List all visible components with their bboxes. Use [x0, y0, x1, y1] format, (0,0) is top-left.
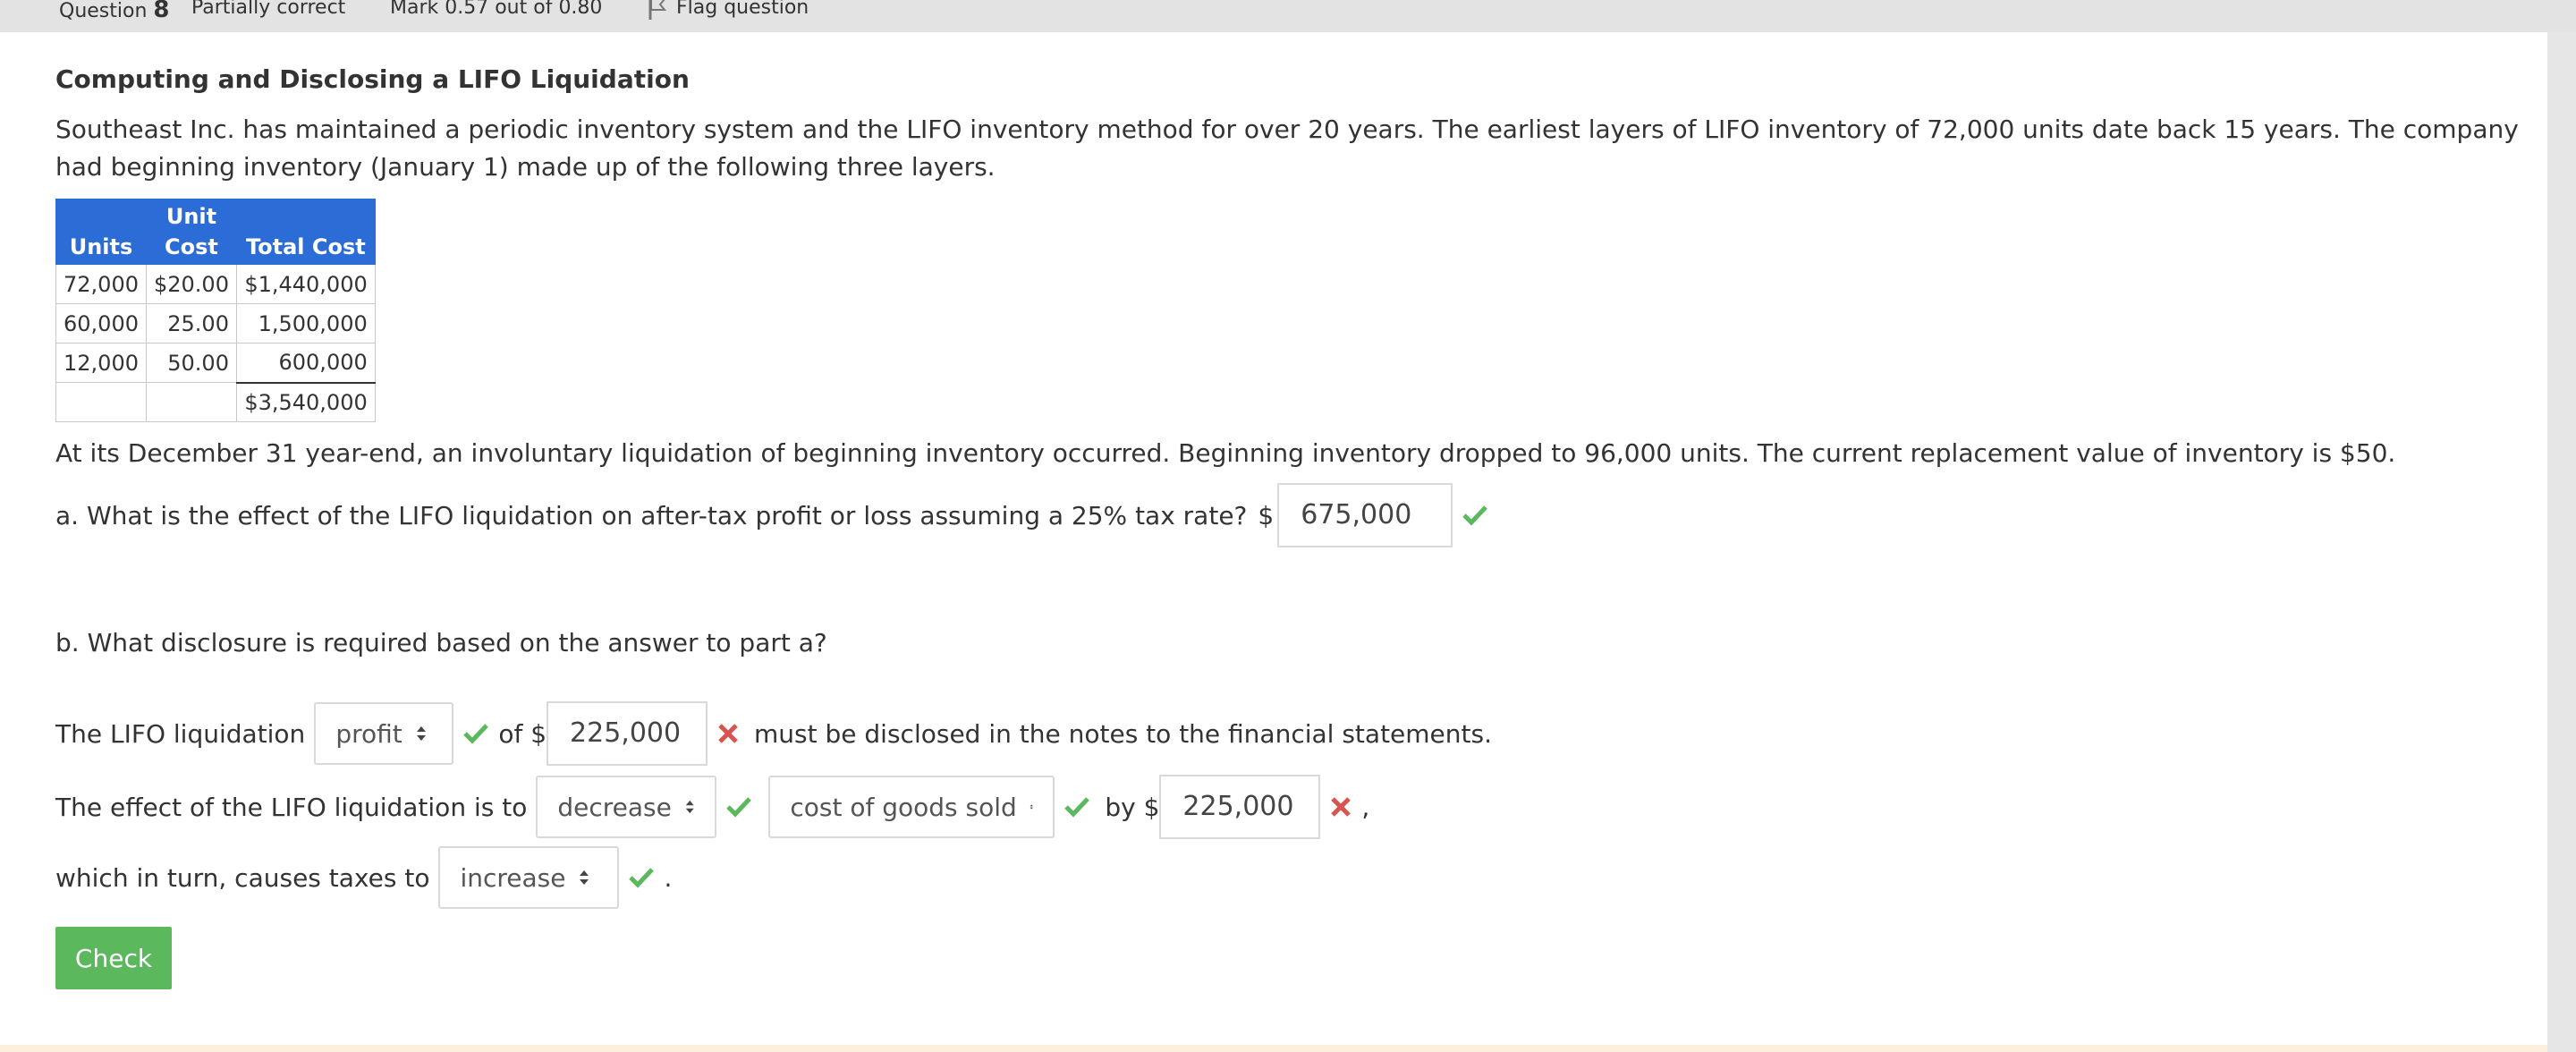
correct-check-icon: [629, 868, 655, 888]
part-b-line: b. What disclosure is required based on …: [55, 628, 827, 658]
select-arrows-icon: [416, 726, 426, 741]
question-info-bar: Question 8 Partially correct Mark 0.57 o…: [0, 0, 2576, 32]
select-value: cost of goods sold: [790, 792, 1017, 822]
table-row: 12,000 50.00 600,000: [55, 343, 376, 383]
header-unit-cost: Unit Cost: [145, 199, 237, 265]
correct-check-icon: [726, 797, 752, 818]
cell-empty: [145, 382, 237, 422]
incorrect-x-icon: [718, 724, 738, 743]
line2-prefix: The effect of the LIFO liquidation is to: [55, 792, 528, 822]
question-number: 8: [153, 0, 170, 23]
question-title: Computing and Disclosing a LIFO Liquidat…: [55, 64, 690, 94]
cell-unit-cost: 25.00: [145, 303, 237, 344]
select-value: decrease: [557, 792, 672, 822]
line2-comma: ,: [1361, 792, 1370, 822]
inventory-layers-table: Units Unit Cost Total Cost 72,000 $20.00…: [55, 199, 376, 422]
cell-grand-total: $3,540,000: [235, 381, 376, 422]
flag-icon: [648, 0, 667, 20]
line1-suffix: must be disclosed in the notes to the fi…: [754, 718, 1492, 749]
line2-by: by $: [1105, 792, 1160, 822]
line3-prefix: which in turn, causes taxes to: [55, 862, 430, 893]
part-b-sentence-3: which in turn, causes taxes to increase …: [55, 846, 672, 909]
question-state: Partially correct: [191, 0, 346, 19]
cell-units: 12,000: [55, 343, 147, 383]
line1-amount-input[interactable]: 225,000: [547, 701, 708, 766]
line2-amount-input[interactable]: 225,000: [1159, 775, 1321, 839]
select-arrows-icon: [685, 800, 694, 814]
question-intro: Southeast Inc. has maintained a periodic…: [55, 115, 2519, 182]
correct-check-icon: [463, 724, 489, 744]
affected-item-select[interactable]: cost of goods sold: [768, 776, 1055, 838]
part-a-text: a. What is the effect of the LIFO liquid…: [55, 500, 1248, 530]
incorrect-x-icon: [1331, 797, 1352, 817]
line3-period: .: [664, 862, 673, 893]
check-button[interactable]: Check: [55, 927, 172, 989]
cell-unit-cost: $20.00: [145, 264, 237, 304]
line1-prefix: The LIFO liquidation: [55, 718, 306, 749]
select-arrows-icon: [580, 870, 589, 885]
liquidation-type-select[interactable]: profit: [314, 702, 454, 765]
table-row: 72,000 $20.00 $1,440,000: [55, 264, 376, 304]
table-total-row: $3,540,000: [55, 381, 376, 422]
effect-direction-select[interactable]: decrease: [536, 776, 717, 838]
part-b-sentence-2: The effect of the LIFO liquidation is to…: [55, 775, 1369, 839]
part-a-answer-input[interactable]: 675,000: [1277, 483, 1453, 547]
cell-total-cost: 1,500,000: [235, 303, 376, 344]
question-context: At its December 31 year-end, an involunt…: [55, 438, 2396, 468]
part-a-currency: $: [1258, 500, 1275, 530]
select-value: profit: [335, 718, 402, 749]
select-value: increase: [460, 862, 566, 893]
flag-question-link[interactable]: Flag question: [648, 0, 809, 20]
header-units: Units: [55, 199, 147, 265]
question-mark: Mark 0.57 out of 0.80: [390, 0, 603, 19]
tax-effect-select[interactable]: increase: [438, 846, 620, 909]
cell-total-cost: 600,000: [235, 343, 376, 383]
cell-unit-cost: 50.00: [145, 343, 237, 383]
table-row: 60,000 25.00 1,500,000: [55, 303, 376, 344]
cell-units: 72,000: [55, 264, 147, 304]
table-header-row: Units Unit Cost Total Cost: [55, 199, 376, 265]
question-content: Computing and Disclosing a LIFO Liquidat…: [0, 32, 2547, 1047]
cell-empty: [55, 382, 147, 422]
part-a-line: a. What is the effect of the LIFO liquid…: [55, 483, 1497, 547]
part-b-sentence-1: The LIFO liquidation profit of $ 225,000…: [55, 701, 1492, 766]
cell-units: 60,000: [55, 303, 147, 344]
select-arrows-icon: [1030, 804, 1033, 810]
header-total-cost: Total Cost: [235, 199, 376, 265]
question-label: Question 8: [59, 0, 170, 23]
flag-question-label: Flag question: [676, 0, 809, 19]
correct-check-icon: [1064, 797, 1090, 818]
bottom-strip: [0, 1045, 2547, 1052]
cell-total-cost: $1,440,000: [235, 264, 376, 304]
line1-of: of $: [498, 718, 547, 749]
correct-check-icon: [1462, 505, 1488, 526]
part-b-text: b. What disclosure is required based on …: [55, 628, 827, 658]
